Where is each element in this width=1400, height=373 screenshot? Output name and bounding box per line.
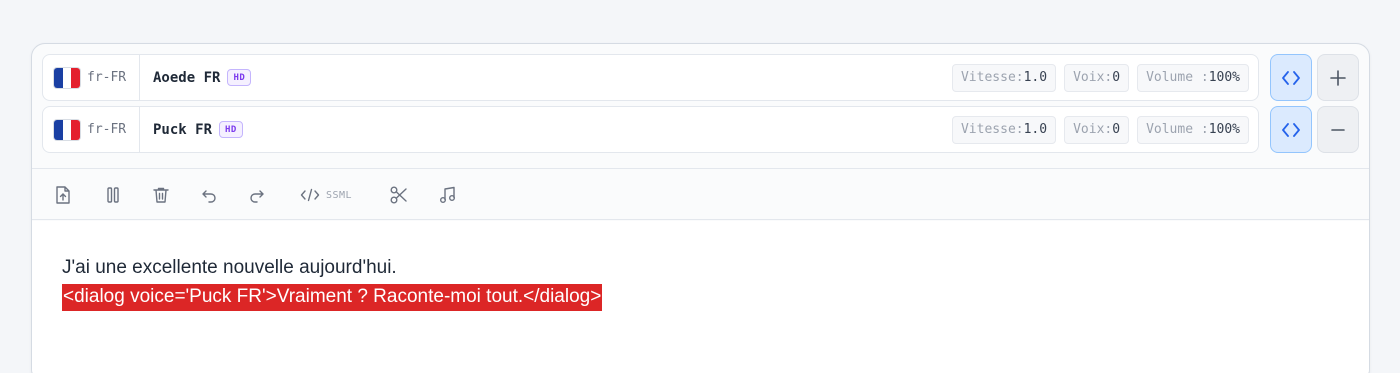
voice-field[interactable]: Voix: 0 — [1064, 115, 1130, 144]
add-voice-button[interactable] — [1317, 54, 1359, 101]
delete-button[interactable] — [150, 183, 172, 207]
insert-voice-tag-button[interactable] — [1270, 106, 1312, 153]
editor-line-selected[interactable]: <dialog voice='Puck FR'>Vraiment ? Racon… — [62, 284, 603, 311]
volume-value[interactable]: 100% — [1209, 70, 1240, 85]
undo-icon — [202, 190, 216, 203]
minus-icon — [1331, 128, 1345, 131]
code-brackets-icon — [1282, 70, 1300, 85]
volume-label: Volume : — [1146, 122, 1209, 137]
volume-value[interactable]: 100% — [1209, 122, 1240, 137]
speed-value[interactable]: 1.0 — [1024, 70, 1047, 85]
pause-button[interactable] — [102, 183, 124, 207]
trash-icon — [153, 187, 169, 203]
import-file-button[interactable] — [52, 183, 74, 207]
tts-editor-card: fr-FR Aoede FR HD Vitesse: 1.0 Voix: 0 V… — [31, 43, 1370, 373]
speed-field[interactable]: Vitesse: 1.0 — [951, 115, 1057, 144]
speed-value[interactable]: 1.0 — [1024, 122, 1047, 137]
france-flag-icon — [54, 67, 80, 88]
voice-value[interactable]: 0 — [1112, 70, 1120, 85]
code-brackets-icon — [1282, 122, 1300, 137]
editor-toolbar: SSML — [32, 168, 1369, 220]
voice-row-puck[interactable]: fr-FR Puck FR HD Vitesse: 1.0 Voix: 0 Vo… — [42, 106, 1259, 153]
language-code: fr-FR — [87, 122, 127, 137]
music-button[interactable] — [437, 183, 459, 207]
text-editor[interactable]: J'ai une excellente nouvelle aujourd'hui… — [32, 221, 1369, 373]
voice-row-aoede[interactable]: fr-FR Aoede FR HD Vitesse: 1.0 Voix: 0 V… — [42, 54, 1259, 101]
insert-voice-tag-button[interactable] — [1270, 54, 1312, 101]
music-note-icon — [440, 186, 455, 203]
language-code: fr-FR — [87, 70, 127, 85]
voice-name[interactable]: Aoede FR — [153, 70, 220, 86]
volume-field[interactable]: Volume : 100% — [1137, 63, 1249, 92]
voice-label: Voix: — [1073, 70, 1113, 85]
cut-button[interactable] — [388, 183, 410, 207]
ssml-button[interactable]: SSML — [300, 183, 352, 207]
hd-badge: HD — [219, 121, 243, 138]
voice-field[interactable]: Voix: 0 — [1064, 63, 1130, 92]
ssml-label: SSML — [326, 189, 353, 201]
undo-button[interactable] — [198, 183, 220, 207]
scissors-icon — [390, 186, 407, 204]
redo-button[interactable] — [246, 183, 268, 207]
upload-file-icon — [56, 186, 70, 204]
voice-value[interactable]: 0 — [1112, 122, 1120, 137]
speed-label: Vitesse: — [960, 70, 1024, 85]
france-flag-icon — [54, 119, 80, 140]
editor-line[interactable]: J'ai une excellente nouvelle aujourd'hui… — [62, 257, 397, 279]
remove-voice-button[interactable] — [1317, 106, 1359, 153]
redo-icon — [250, 190, 264, 203]
speed-label: Vitesse: — [960, 122, 1024, 137]
volume-field[interactable]: Volume : 100% — [1137, 115, 1249, 144]
language-selector[interactable]: fr-FR — [43, 55, 140, 100]
volume-label: Volume : — [1146, 70, 1209, 85]
pause-icon — [107, 187, 119, 203]
hd-badge: HD — [227, 69, 252, 86]
code-icon — [300, 188, 320, 202]
language-selector[interactable]: fr-FR — [43, 107, 140, 152]
speed-field[interactable]: Vitesse: 1.0 — [951, 63, 1057, 92]
voice-label: Voix: — [1073, 122, 1113, 137]
voice-name[interactable]: Puck FR — [153, 122, 212, 138]
plus-icon — [1330, 69, 1346, 86]
